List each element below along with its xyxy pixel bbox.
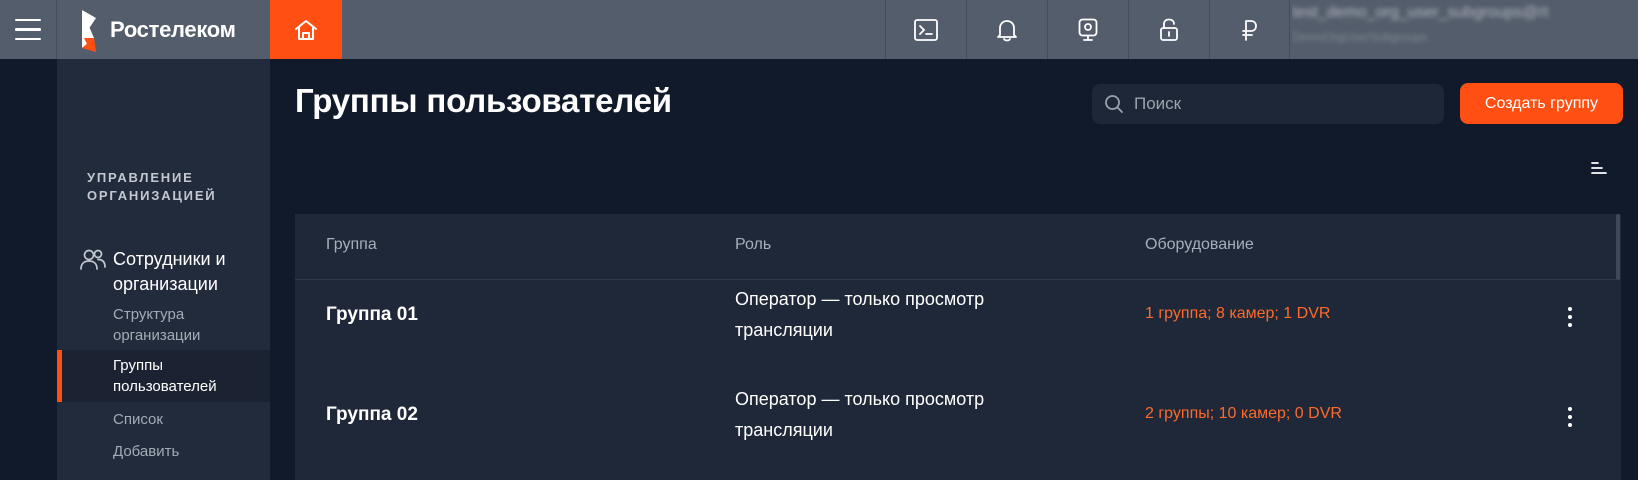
group-role: Оператор — только просмотр трансляции: [735, 389, 985, 440]
sort-icon[interactable]: [1590, 160, 1608, 176]
brand-logo[interactable]: Ростелеком: [80, 0, 236, 59]
user-organization: DemoOrgUserSubgroups: [1292, 30, 1428, 44]
cameras-button[interactable]: [1047, 0, 1128, 59]
table-row[interactable]: Группа 02 Оператор — только просмотр тра…: [295, 380, 1621, 480]
page-title: Группы пользователей: [295, 82, 672, 119]
brand-name: Ростелеком: [110, 16, 236, 42]
top-bar: Ростелеком test_demo_org_user_subgroups@…: [0, 0, 1638, 59]
sidebar-item-add[interactable]: Добавить: [57, 441, 270, 462]
rostelecom-logo-icon: [82, 9, 96, 52]
camera-icon: [1078, 18, 1098, 41]
create-group-button[interactable]: Создать группу: [1460, 83, 1623, 124]
user-menu[interactable]: test_demo_org_user_subgroups@rt DemoOrgU…: [1292, 0, 1638, 59]
column-header-role[interactable]: Роль: [735, 236, 771, 254]
bell-icon: [997, 19, 1017, 41]
console-button[interactable]: [885, 0, 966, 59]
column-header-group[interactable]: Группа: [326, 236, 377, 254]
sidebar-section-title: УПРАВЛЕНИЕ ОРГАНИЗАЦИЕЙ: [87, 170, 217, 203]
console-icon: [914, 18, 938, 41]
table-scrollbar[interactable]: [1616, 214, 1621, 480]
user-login: test_demo_org_user_subgroups@rt: [1292, 4, 1549, 21]
row-actions-icon[interactable]: [1560, 305, 1580, 329]
notifications-button[interactable]: [966, 0, 1047, 59]
group-name: Группа 01: [326, 304, 418, 325]
sidebar-item-list[interactable]: Список: [57, 409, 270, 430]
billing-button[interactable]: [1209, 0, 1290, 59]
sidebar-item-employees[interactable]: Сотрудники и организации: [79, 247, 253, 297]
table-header: Группа Роль Оборудование: [295, 214, 1621, 280]
scrollbar-thumb[interactable]: [1616, 214, 1620, 280]
search-icon: [1105, 95, 1123, 113]
sidebar: УПРАВЛЕНИЕ ОРГАНИЗАЦИЕЙ Сотрудники и орг…: [57, 59, 270, 480]
sidebar-item-structure[interactable]: Структура организации: [57, 304, 270, 346]
search-box[interactable]: [1092, 84, 1444, 124]
menu-button[interactable]: [0, 0, 57, 59]
ruble-icon: [1241, 19, 1257, 41]
lock-icon: [1160, 18, 1178, 41]
group-name: Группа 02: [326, 404, 418, 425]
group-role: Оператор — только просмотр трансляции: [735, 289, 985, 340]
group-equipment-link[interactable]: 2 группы; 10 камер; 0 DVR: [1145, 405, 1342, 423]
sidebar-item-label: Сотрудники и организации: [113, 249, 226, 294]
home-icon: [295, 19, 317, 40]
groups-table: Группа Роль Оборудование Группа 01 Опера…: [295, 214, 1621, 480]
row-actions-icon[interactable]: [1560, 405, 1580, 429]
home-button[interactable]: [270, 0, 342, 59]
sidebar-item-user-groups[interactable]: Группы пользователей: [57, 350, 270, 402]
column-header-equipment[interactable]: Оборудование: [1145, 236, 1254, 254]
table-row[interactable]: Группа 01 Оператор — только просмотр тра…: [295, 280, 1621, 380]
search-input[interactable]: [1134, 94, 1424, 114]
users-icon: [80, 249, 106, 270]
group-equipment-link[interactable]: 1 группа; 8 камер; 1 DVR: [1145, 305, 1330, 323]
security-button[interactable]: [1128, 0, 1209, 59]
menu-icon: [15, 15, 41, 44]
